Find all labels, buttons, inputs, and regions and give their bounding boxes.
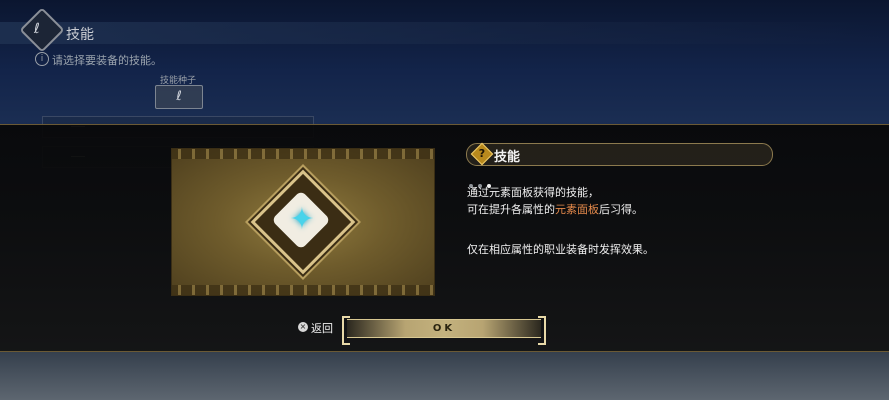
ok-button[interactable]: OK: [342, 316, 546, 345]
info-icon: i: [35, 52, 49, 66]
bracket-decoration: [538, 316, 546, 345]
background-screen: ℓ 技能 i 请选择要装备的技能。 技能种子 ℓ: [0, 0, 889, 138]
back-button[interactable]: 返回: [311, 320, 333, 336]
page-title: 技能: [66, 27, 94, 43]
question-mark: ?: [478, 147, 486, 160]
skill-seed-slot[interactable]: ℓ: [155, 85, 203, 109]
skill-artwork: ✦: [171, 148, 435, 296]
info-title: 技能: [494, 150, 521, 165]
four-point-star-icon: ✦: [289, 202, 315, 237]
ornament-border: [172, 285, 434, 295]
cross-button-icon: ×: [298, 322, 308, 332]
description-line-2: 可在提升各属性的元素面板后习得。: [467, 201, 643, 217]
hint-text: 请选择要装备的技能。: [52, 54, 162, 67]
description-text: 可在提升各属性的: [467, 203, 555, 216]
skill-seed-icon: ℓ: [176, 89, 182, 104]
description-line-3: 仅在相应属性的职业装备时发挥效果。: [467, 243, 654, 256]
ok-label: OK: [432, 323, 456, 334]
description-text: 后习得。: [599, 203, 643, 216]
ornament-border: [172, 149, 434, 159]
element-panel-keyword: 元素面板: [555, 203, 599, 216]
skill-seed-icon: ℓ: [34, 21, 40, 37]
header-band: [0, 22, 889, 44]
skill-info-dialog: ✦ ? 技能 通过元素面板获得的技能， 可在提升各属性的元素面板后习得。 仅在相…: [0, 124, 889, 352]
description-line-1: 通过元素面板获得的技能，: [467, 186, 599, 199]
skill-category-emblem-icon: [19, 7, 65, 53]
